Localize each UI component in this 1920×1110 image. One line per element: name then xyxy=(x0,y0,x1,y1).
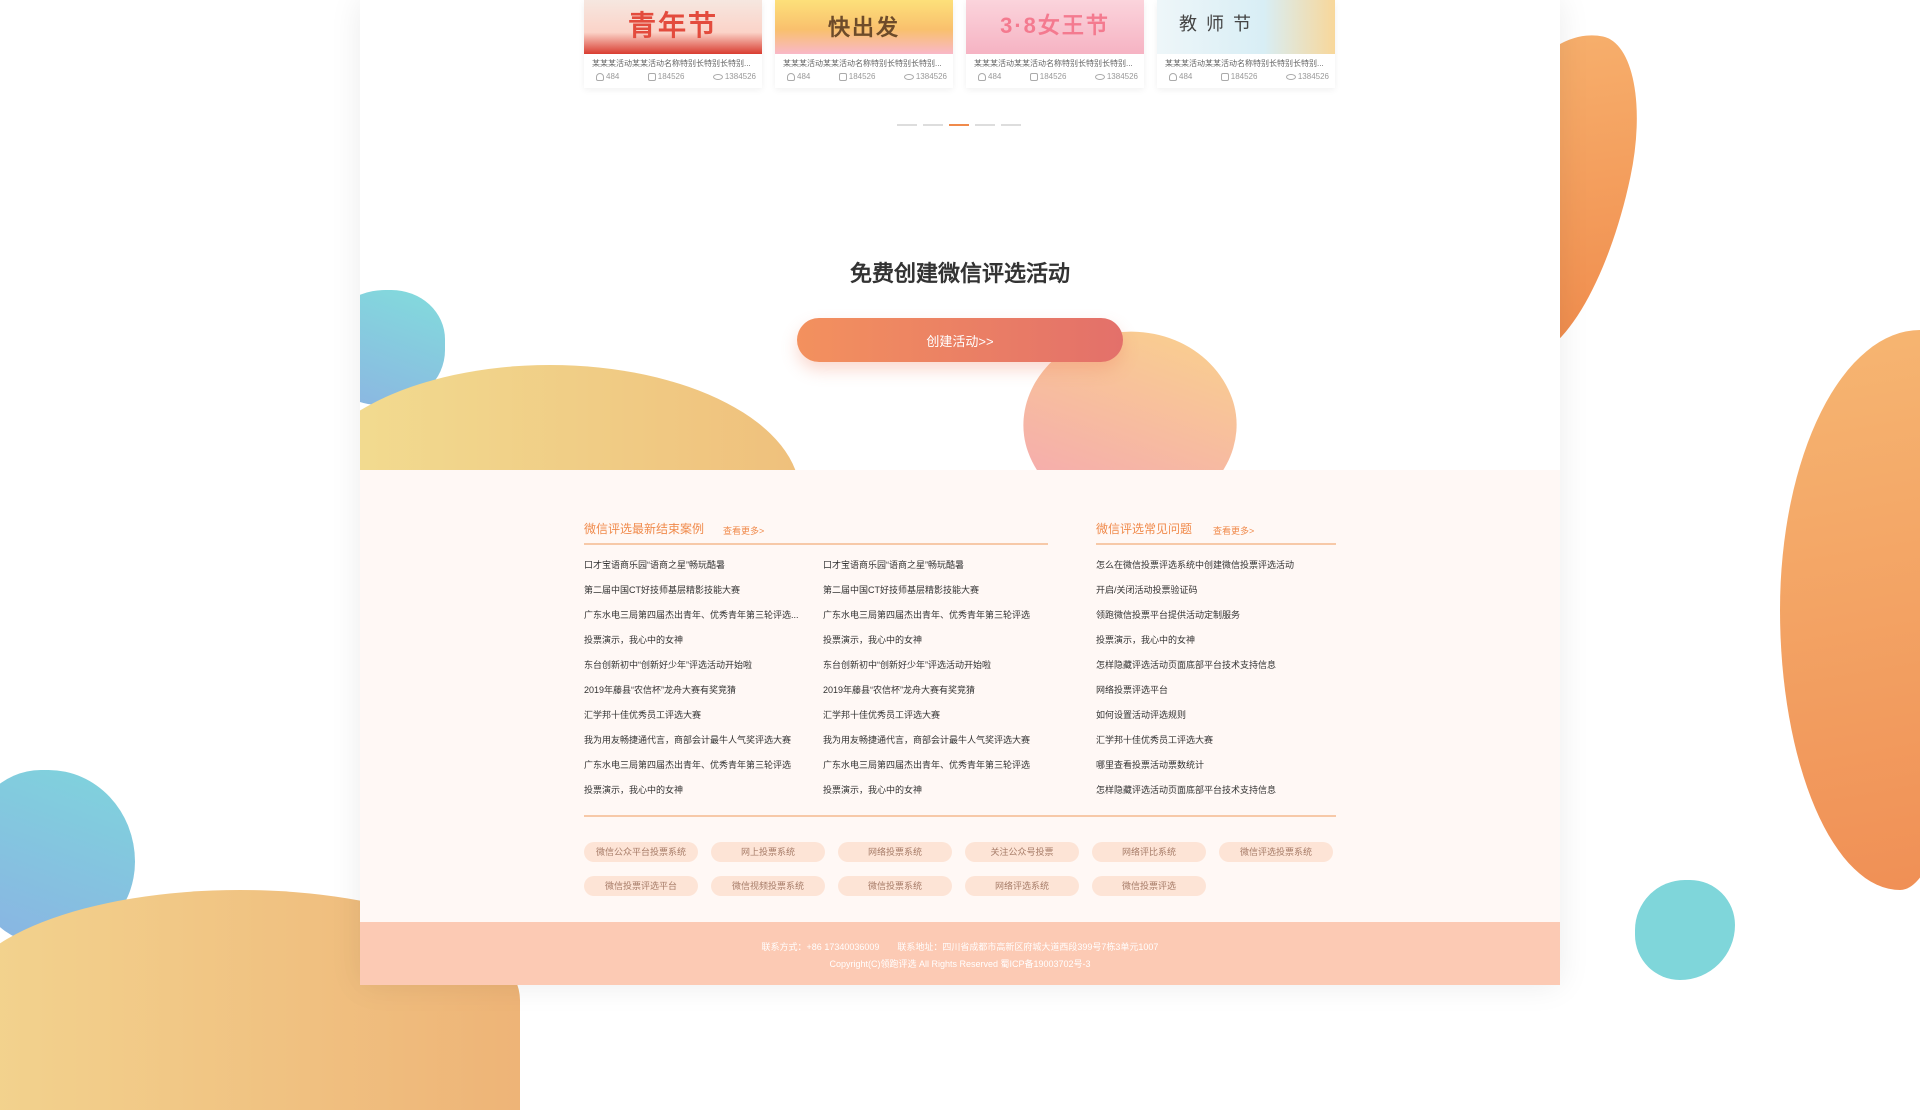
list-item[interactable]: 第二届中国CT好技师基层精影技能大赛 xyxy=(584,578,804,603)
list-item[interactable]: 如何设置活动评选规则 xyxy=(1096,703,1336,728)
list-item[interactable]: 汇学邦十佳优秀员工评选大赛 xyxy=(823,703,1048,728)
list-item[interactable]: 哪里查看投票活动票数统计 xyxy=(1096,753,1336,778)
carousel-dot[interactable] xyxy=(1001,124,1021,126)
cases-divider xyxy=(584,543,1048,545)
eye-icon xyxy=(1285,73,1296,80)
card-thumbnail: 青年节 xyxy=(584,0,762,54)
card-title: 某某某活动某某活动名称特别长特别长特别... xyxy=(974,59,1133,68)
keyword-tag[interactable]: 微信投票评选 xyxy=(1092,876,1206,896)
card-thumbnail-title: 快出发 xyxy=(827,15,900,40)
list-item[interactable]: 2019年藤县“农信杯”龙舟大赛有奖竞猜 xyxy=(823,678,1048,703)
list-item[interactable]: 怎样隐藏评选活动页面底部平台技术支持信息 xyxy=(1096,653,1336,678)
list-item[interactable]: 东台创新初中“创新好少年”评选活动开始啦 xyxy=(823,653,1048,678)
card-title: 某某某活动某某活动名称特别长特别长特别... xyxy=(783,59,942,68)
list-item[interactable]: 投票演示，我心中的女神 xyxy=(823,778,1048,803)
activity-card[interactable]: 3·8女王节 某某某活动某某活动名称特别长特别长特别... 484 184526… xyxy=(966,0,1144,88)
list-item[interactable]: 投票演示，我心中的女神 xyxy=(584,778,804,803)
list-item[interactable]: 我为用友畅捷通代言，商部会计最牛人气奖评选大赛 xyxy=(584,728,804,753)
list-item[interactable]: 汇学邦十佳优秀员工评选大赛 xyxy=(584,703,804,728)
eye-icon xyxy=(903,73,914,80)
keyword-tag[interactable]: 微信公众平台投票系统 xyxy=(584,842,698,862)
carousel-dot[interactable] xyxy=(923,124,943,126)
person-icon xyxy=(1169,72,1177,81)
card-thumbnail: 快出发 xyxy=(775,0,953,54)
keyword-tag[interactable]: 关注公众号投票 xyxy=(965,842,1079,862)
list-item[interactable]: 网络投票评选平台 xyxy=(1096,678,1336,703)
cases-title: 微信评选最新结束案例 xyxy=(584,522,705,536)
list-item[interactable]: 广东水电三局第四届杰出青年、优秀青年第三轮评选 xyxy=(823,603,1048,628)
list-item[interactable]: 投票演示，我心中的女神 xyxy=(1096,628,1336,653)
info-section: 微信评选最新结束案例 查看更多> 口才宝语商乐园“语商之星”畅玩酷暑 第二届中国… xyxy=(360,470,1560,922)
keyword-tag[interactable]: 微信投票系统 xyxy=(838,876,952,896)
footer-contact: 联系方式：+86 17340036009 联系地址：四川省成都市高新区府城大道西… xyxy=(761,942,1159,952)
list-item[interactable]: 广东水电三局第四届杰出青年、优秀青年第三轮评选... xyxy=(584,603,804,628)
card-title: 某某某活动某某活动名称特别长特别长特别... xyxy=(1165,59,1324,68)
faq-more-link[interactable]: 查看更多> xyxy=(1213,524,1254,537)
list-item[interactable]: 广东水电三局第四届杰出青年、优秀青年第三轮评选 xyxy=(584,753,804,778)
person-icon xyxy=(978,72,986,81)
activity-card[interactable]: 青年节 某某某活动某某活动名称特别长特别长特别... 484 184526 13… xyxy=(584,0,762,88)
list-item[interactable]: 投票演示，我心中的女神 xyxy=(823,628,1048,653)
eye-icon xyxy=(712,73,723,80)
list-item[interactable]: 我为用友畅捷通代言，商部会计最牛人气奖评选大赛 xyxy=(823,728,1048,753)
faq-divider xyxy=(1096,543,1336,545)
list-item[interactable]: 怎样隐藏评选活动页面底部平台技术支持信息 xyxy=(1096,778,1336,803)
activity-card[interactable]: 教 师 节 某某某活动某某活动名称特别长特别长特别... 484 184526 … xyxy=(1157,0,1335,88)
faq-list: 怎么在微信投票评选系统中创建微信投票评选活动 开启/关闭活动投票验证码 领跑微信… xyxy=(1096,553,1336,803)
list-item[interactable]: 第二届中国CT好技师基层精影技能大赛 xyxy=(823,578,1048,603)
list-item[interactable]: 口才宝语商乐园“语商之星”畅玩酷暑 xyxy=(584,553,804,578)
footer-copyright: Copyright(C)领跑评选 All Rights Reserved 蜀IC… xyxy=(829,959,1091,969)
list-item[interactable]: 2019年藤县“农信杯”龙舟大赛有奖竞猜 xyxy=(584,678,804,703)
carousel-dot-active[interactable] xyxy=(949,124,969,126)
keyword-tag[interactable]: 网络评比系统 xyxy=(1092,842,1206,862)
carousel-dot[interactable] xyxy=(897,124,917,126)
page-container: 青年节 某某某活动某某活动名称特别长特别长特别... 484 184526 13… xyxy=(360,0,1560,985)
carousel-dot[interactable] xyxy=(975,124,995,126)
card-thumbnail-title: 教 师 节 xyxy=(1179,14,1254,34)
cta-headline: 免费创建微信评选活动 xyxy=(849,261,1070,286)
tags-divider xyxy=(584,815,1336,817)
create-activity-button[interactable]: 创建活动>> xyxy=(797,318,1123,362)
list-item[interactable]: 怎么在微信投票评选系统中创建微信投票评选活动 xyxy=(1096,553,1336,578)
list-item[interactable]: 东台创新初中“创新好少年”评选活动开始啦 xyxy=(584,653,804,678)
keyword-tag[interactable]: 微信投票评选平台 xyxy=(584,876,698,896)
faq-title: 微信评选常见问题 xyxy=(1096,522,1193,536)
list-item[interactable]: 汇学邦十佳优秀员工评选大赛 xyxy=(1096,728,1336,753)
card-stats: 484 184526 1384526 xyxy=(1169,72,1329,81)
ballot-icon xyxy=(1029,72,1038,81)
activity-card[interactable]: 快出发 某某某活动某某活动名称特别长特别长特别... 484 184526 13… xyxy=(775,0,953,88)
card-thumbnail: 教 师 节 xyxy=(1157,0,1335,54)
activity-cards: 青年节 某某某活动某某活动名称特别长特别长特别... 484 184526 13… xyxy=(584,0,1335,88)
ballot-icon xyxy=(838,72,847,81)
keyword-tag[interactable]: 微信视频投票系统 xyxy=(711,876,825,896)
list-item[interactable]: 口才宝语商乐园“语商之星”畅玩酷暑 xyxy=(823,553,1048,578)
cases-list-col1: 口才宝语商乐园“语商之星”畅玩酷暑 第二届中国CT好技师基层精影技能大赛 广东水… xyxy=(584,553,804,803)
cases-more-link[interactable]: 查看更多> xyxy=(723,524,764,537)
ballot-icon xyxy=(1220,72,1229,81)
keyword-tag[interactable]: 网上投票系统 xyxy=(711,842,825,862)
person-icon xyxy=(596,72,604,81)
decorative-blob xyxy=(1635,880,1735,980)
card-stats: 484 184526 1384526 xyxy=(787,72,947,81)
ballot-icon xyxy=(647,72,656,81)
card-title: 某某某活动某某活动名称特别长特别长特别... xyxy=(592,59,751,68)
keyword-tag[interactable]: 微信评选投票系统 xyxy=(1219,842,1333,862)
list-item[interactable]: 领跑微信投票平台提供活动定制服务 xyxy=(1096,603,1336,628)
carousel-pagination xyxy=(897,124,1021,126)
card-thumbnail: 3·8女王节 xyxy=(966,0,1144,54)
list-item[interactable]: 开启/关闭活动投票验证码 xyxy=(1096,578,1336,603)
card-thumbnail-title: 青年节 xyxy=(627,10,718,41)
card-thumbnail-title: 3·8女王节 xyxy=(1000,13,1110,38)
card-stats: 484 184526 1384526 xyxy=(978,72,1138,81)
person-icon xyxy=(787,72,795,81)
cases-list-col2: 口才宝语商乐园“语商之星”畅玩酷暑 第二届中国CT好技师基层精影技能大赛 广东水… xyxy=(823,553,1048,803)
card-stats: 484 184526 1384526 xyxy=(596,72,756,81)
list-item[interactable]: 投票演示，我心中的女神 xyxy=(584,628,804,653)
decorative-blob xyxy=(1780,330,1920,890)
keyword-tag[interactable]: 网络评选系统 xyxy=(965,876,1079,896)
footer: 联系方式：+86 17340036009 联系地址：四川省成都市高新区府城大道西… xyxy=(360,922,1560,985)
list-item[interactable]: 广东水电三局第四届杰出青年、优秀青年第三轮评选 xyxy=(823,753,1048,778)
keyword-tag[interactable]: 网络投票系统 xyxy=(838,842,952,862)
eye-icon xyxy=(1094,73,1105,80)
